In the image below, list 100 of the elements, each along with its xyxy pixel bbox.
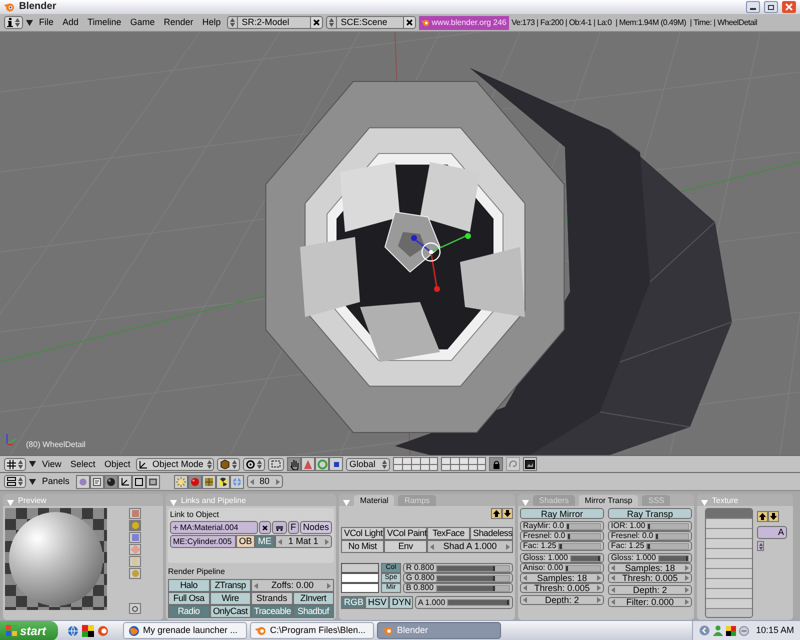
panel-triangle-icon[interactable] <box>701 500 708 506</box>
browse-button[interactable] <box>326 16 337 29</box>
subcontext-tab[interactable] <box>202 474 216 488</box>
context-tab[interactable] <box>104 474 118 488</box>
z-offset-field[interactable]: Zoffs: 0.00 <box>251 579 334 592</box>
panel-tab[interactable]: Mirror Transp <box>578 495 638 506</box>
mesh-name-field[interactable]: ME:Cylinder.005 <box>170 535 236 548</box>
subcontext-tab[interactable] <box>216 474 230 488</box>
render-toggle[interactable]: Shadbuf <box>292 605 334 618</box>
lock-toggle[interactable] <box>489 457 504 471</box>
copy-button[interactable] <box>491 508 502 519</box>
menu-item[interactable]: Object <box>101 460 134 468</box>
preview-refresh-button[interactable] <box>129 603 141 614</box>
panel-triangle-icon[interactable] <box>7 500 14 506</box>
3d-viewport[interactable]: (80) WheelDetail <box>0 32 800 455</box>
render-toggle[interactable]: OnlyCast <box>210 605 251 618</box>
manipulator-toggle[interactable] <box>329 457 344 471</box>
texture-channel[interactable] <box>706 579 752 589</box>
minimize-button[interactable] <box>746 1 760 13</box>
render-toggle[interactable]: ZTransp <box>210 579 251 592</box>
slider[interactable]: RayMir: 0.0 <box>520 521 604 531</box>
browse-button[interactable] <box>757 541 764 551</box>
menu-item[interactable]: Select <box>67 460 98 468</box>
manipulator-toggle[interactable] <box>301 457 316 471</box>
texture-channel[interactable] <box>706 529 752 539</box>
swirl-logo-icon[interactable] <box>97 624 109 636</box>
slider[interactable]: Fac: 1.25 <box>520 541 604 551</box>
preview-type-button[interactable] <box>129 544 141 555</box>
color-model-tab[interactable]: DYN <box>389 596 413 609</box>
panel-triangle-icon[interactable] <box>343 500 350 506</box>
window-type-button[interactable] <box>4 16 23 29</box>
render-button[interactable] <box>523 457 538 471</box>
menu-item[interactable]: Add <box>60 18 82 27</box>
pivot-dropdown[interactable] <box>243 458 266 470</box>
color-model-tab[interactable]: RGB <box>341 596 365 609</box>
number-field[interactable]: Samples: 18 <box>520 573 604 583</box>
render-toggle[interactable]: Radio <box>168 605 210 618</box>
link-toggle[interactable]: ME <box>255 535 275 548</box>
preview-type-button[interactable] <box>129 568 141 579</box>
paste-button[interactable] <box>768 511 779 522</box>
unlink-button[interactable] <box>258 521 270 534</box>
delete-button[interactable] <box>402 16 416 29</box>
slider[interactable]: Gloss: 1.000 <box>520 553 604 563</box>
draw-type-dropdown[interactable] <box>217 458 240 470</box>
slider[interactable]: Aniso: 0.00 <box>520 563 604 573</box>
mode-dropdown[interactable]: Object Mode <box>136 458 214 470</box>
collapse-triangle-icon[interactable] <box>29 461 36 467</box>
render-toggle[interactable]: Traceable <box>251 605 292 618</box>
ray-toggle[interactable]: Ray Mirror <box>520 508 604 519</box>
strands-button[interactable]: Strands <box>251 592 292 605</box>
texture-channel[interactable] <box>706 549 752 559</box>
dash-circle-icon[interactable] <box>738 626 749 636</box>
material-toggle[interactable]: Env <box>384 540 427 553</box>
slider[interactable]: R 0.800 <box>403 563 513 573</box>
preview-type-button[interactable] <box>129 520 141 531</box>
manipulator-toggle[interactable] <box>287 457 302 471</box>
panel-tab[interactable]: Material <box>354 495 394 506</box>
snap-button[interactable] <box>268 458 284 470</box>
color-blocks-icon[interactable] <box>726 626 736 636</box>
context-tab[interactable] <box>90 474 104 488</box>
number-field[interactable]: Depth: 2 <box>520 595 604 605</box>
panel-triangle-icon[interactable] <box>170 500 177 506</box>
delete-button[interactable] <box>310 16 323 29</box>
collapse-triangle-icon[interactable] <box>29 478 36 484</box>
number-field[interactable]: Thresh: 0.005 <box>520 583 604 593</box>
menu-item[interactable]: Timeline <box>84 18 124 27</box>
material-index-field[interactable]: 1 Mat 1 <box>274 535 332 548</box>
render-toggle[interactable]: ZInvert <box>292 592 334 605</box>
menu-item[interactable]: View <box>39 460 64 468</box>
slider[interactable]: Fresnel: 0.0 <box>608 531 692 541</box>
restore-button[interactable] <box>764 1 778 13</box>
close-icon[interactable] <box>782 1 796 13</box>
material-toggle[interactable]: VCol Paint <box>384 527 427 540</box>
fake-user-button[interactable]: F <box>288 521 299 534</box>
slider[interactable]: IOR: 1.00 <box>608 521 692 531</box>
texture-channel[interactable] <box>706 589 752 599</box>
texture-channel[interactable] <box>706 569 752 579</box>
context-tab[interactable] <box>118 474 132 488</box>
window-type-button[interactable] <box>4 458 26 470</box>
render-toggle[interactable]: Wire <box>210 592 251 605</box>
texture-channel[interactable] <box>706 539 752 549</box>
chevron-icon[interactable] <box>698 625 710 636</box>
preview-type-button[interactable] <box>129 556 141 567</box>
number-field[interactable]: Filter: 0.000 <box>608 597 692 607</box>
slider[interactable]: G 0.800 <box>403 573 513 583</box>
paste-button[interactable] <box>502 508 513 519</box>
slider[interactable]: Fresnel: 0.0 <box>520 531 604 541</box>
taskbar-button[interactable]: C:\Program Files\Blen... <box>250 622 374 639</box>
render-toggle[interactable]: Full Osa <box>168 592 210 605</box>
manipulator-toggle[interactable] <box>315 457 330 471</box>
material-toggle[interactable]: TexFace <box>427 527 470 540</box>
context-tab[interactable] <box>132 474 146 488</box>
auto-name-button[interactable] <box>272 521 286 534</box>
panel-triangle-icon[interactable] <box>522 500 529 506</box>
material-toggle[interactable]: VCol Light <box>341 527 384 540</box>
screen-field[interactable]: SR:2-Model <box>238 16 310 29</box>
frame-number-field[interactable]: 80 <box>246 475 283 488</box>
orientation-dropdown[interactable]: Global <box>346 458 390 470</box>
number-field[interactable]: Depth: 2 <box>608 585 692 595</box>
menu-item[interactable]: File <box>36 18 57 27</box>
